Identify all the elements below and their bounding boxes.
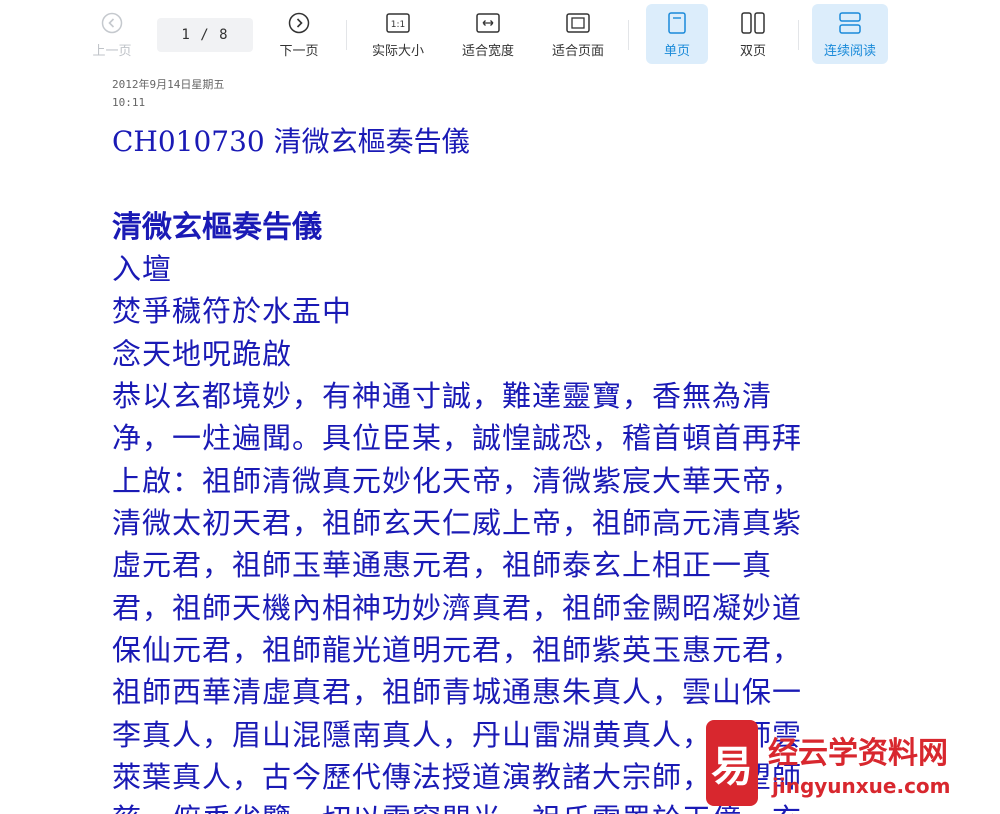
document-time: 10:11 xyxy=(112,96,146,109)
chevron-left-circle-icon xyxy=(101,12,123,34)
actual-size-label: 实际大小 xyxy=(371,44,424,59)
document-code-title: CH010730 清微玄樞奏告儀 xyxy=(112,125,470,158)
document-page: 2012年9月14日星期五 10:11 CH010730 清微玄樞奏告儀 清微玄… xyxy=(0,72,1000,814)
document-heading: 清微玄樞奏告儀 xyxy=(112,210,322,245)
text-line: 焚爭穢符於水盂中 xyxy=(112,294,353,328)
text-line: 虛元君，祖師玉華通惠元君，祖師泰玄上相正一真 xyxy=(112,548,773,582)
text-line: 念天地呪跪啟 xyxy=(112,337,293,371)
single-page-icon xyxy=(668,12,686,34)
text-line: 保仙元君，祖師龍光道明元君，祖師紫英玉惠元君， xyxy=(112,633,803,667)
text-line: 祖師西華清虛真君，祖師青城通惠朱真人，雲山保一 xyxy=(112,675,803,709)
svg-text:1:1: 1:1 xyxy=(391,20,405,30)
fit-page-label: 适合页面 xyxy=(551,44,604,59)
document-date: 2012年9月14日星期五 xyxy=(112,78,225,91)
text-line: 萊葉真人，古今歷代傳法授道演教諸大宗師，恭望師 xyxy=(112,760,803,794)
double-page-button[interactable]: 双页 xyxy=(722,4,784,64)
actual-size-icon: 1:1 xyxy=(386,12,410,34)
continuous-reading-button[interactable]: 连续阅读 xyxy=(812,4,888,64)
text-line: 君，祖師天機內相神功妙濟真君，祖師金闕昭凝妙道 xyxy=(112,591,803,625)
fit-width-button[interactable]: 适合宽度 xyxy=(454,4,522,64)
text-line: 入壇 xyxy=(112,252,173,286)
chevron-right-circle-icon xyxy=(288,12,310,34)
prev-page-button[interactable]: 上一页 xyxy=(86,4,138,64)
double-page-label: 双页 xyxy=(739,44,766,59)
text-line: 李真人，眉山混隱南真人，丹山雷淵黄真人，宗師雲 xyxy=(112,718,803,752)
next-page-label: 下一页 xyxy=(279,44,319,59)
fit-width-label: 适合宽度 xyxy=(461,44,514,59)
watermark-url: jingyunxue.com xyxy=(772,774,951,798)
actual-size-button[interactable]: 1:1 实际大小 xyxy=(364,4,432,64)
watermark-logo: 易 xyxy=(706,720,758,806)
continuous-reading-label: 连续阅读 xyxy=(823,44,876,59)
toolbar-divider xyxy=(346,20,347,50)
next-page-button[interactable]: 下一页 xyxy=(273,4,325,64)
page-number-input[interactable]: 1 / 8 xyxy=(157,18,253,52)
viewer-toolbar: 上一页 1 / 8 下一页 1:1 实际大小 适合宽度 适合页面 单页 双页 连… xyxy=(0,0,1000,72)
text-line: 清微太初天君，祖師玄天仁威上帝，祖師高元清真紫 xyxy=(112,506,803,540)
fit-page-icon xyxy=(566,12,590,34)
single-page-label: 单页 xyxy=(663,44,690,59)
prev-page-label: 上一页 xyxy=(92,44,132,59)
text-line: 净，一炷遍聞。具位臣某，誠惶誠恐，稽首頓首再拜 xyxy=(112,421,803,455)
continuous-reading-icon xyxy=(839,12,861,34)
toolbar-divider xyxy=(628,20,629,50)
text-line: 恭以玄都境妙，有神通寸誠，難達靈寶，香無為清 xyxy=(112,379,773,413)
text-line: 慈，俯垂省覽，切以雲窗閒光，祖氏雲罟於天億，玄 xyxy=(112,796,802,814)
toolbar-divider xyxy=(798,20,799,50)
text-line: 上啟：祖師清微真元妙化天帝，清微紫宸大華天帝， xyxy=(112,464,803,498)
double-page-icon xyxy=(741,12,765,34)
single-page-button[interactable]: 单页 xyxy=(646,4,708,64)
fit-page-button[interactable]: 适合页面 xyxy=(544,4,612,64)
fit-width-icon xyxy=(476,12,500,34)
watermark-site-name: 经云学资料网 xyxy=(768,736,948,771)
site-watermark: 易 经云学资料网 jingyunxue.com xyxy=(706,720,996,814)
